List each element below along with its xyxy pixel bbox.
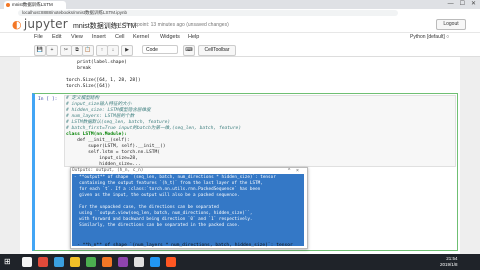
- clock-date: 2019/1/8: [440, 262, 458, 267]
- browser-tab-strip: [0, 0, 480, 9]
- tooltip-line: - **output** of shape `(seq_len, batch, …: [74, 175, 276, 180]
- address-bar[interactable]: localhost:8888/notebooks/mnist数据训练LSTM.i…: [18, 10, 398, 16]
- code-line: # input_size输入特征的大小: [66, 102, 132, 107]
- tooltip-line: given as the input, the output will also…: [79, 193, 240, 198]
- code-line: # LSTM数据默认(seq_len, batch, feature): [66, 120, 171, 125]
- taskbar-app-icon[interactable]: [86, 257, 96, 267]
- tooltip-header: Outputs: output, (h_n, c_n): [72, 168, 144, 173]
- taskbar-app-icon[interactable]: [118, 257, 128, 267]
- insert-cell-icon[interactable]: +: [46, 45, 58, 56]
- run-icon[interactable]: ▶: [121, 45, 133, 56]
- window-controls: — ☐ ✕: [448, 0, 476, 9]
- code-line: # 定义模型结构: [66, 96, 100, 101]
- tooltip-line: containing the output features `(h_t)` f…: [79, 181, 263, 186]
- code-line: self.lstm = torch.nn.LSTM(: [88, 150, 161, 155]
- taskbar-app-icon[interactable]: [150, 257, 160, 267]
- code-line: super(LSTM, self).__init__(): [88, 144, 166, 149]
- close-icon[interactable]: ✕: [471, 0, 476, 9]
- kernel-indicator: Python [default] ○: [410, 34, 450, 40]
- taskbar-app-icon[interactable]: [22, 257, 32, 267]
- menu-kernel[interactable]: Kernel: [133, 34, 149, 40]
- taskbar-clock[interactable]: 21:54 2019/1/8: [440, 256, 458, 268]
- code-line: class LSTM(nn.Module):: [66, 132, 127, 137]
- previous-cell-code: print(label.shape) break torch.Size([64,…: [66, 60, 141, 89]
- start-button[interactable]: ⊞: [4, 257, 14, 267]
- menu-widgets[interactable]: Widgets: [160, 34, 180, 40]
- tooltip-line: For the unpacked case, the directions ca…: [79, 205, 219, 210]
- menu-insert[interactable]: Insert: [92, 34, 106, 40]
- tooltip-line: for each `t`. If a :class:`torch.nn.util…: [79, 187, 261, 192]
- save-icon[interactable]: 💾: [34, 45, 46, 56]
- minimize-icon[interactable]: —: [448, 0, 454, 9]
- taskbar-app-icon[interactable]: [134, 257, 144, 267]
- code-line: # batch_first=True input的batch为第一维,(seq_…: [66, 126, 242, 131]
- logout-button[interactable]: Logout: [436, 19, 466, 30]
- paste-icon[interactable]: 📋: [82, 45, 94, 56]
- tooltip-trailing-line: - **h_n** of shape `(num_layers * num_di…: [66, 243, 293, 248]
- checkpoint-status: Last Checkpoint: 13 minutes ago (unsaved…: [112, 22, 229, 28]
- code-line: # num_layers: LSTM层的个数: [66, 114, 135, 119]
- jupyter-logo-text: jupyter: [23, 17, 68, 31]
- code-line: input_size=28,: [99, 156, 138, 161]
- jupyter-logo-icon: ◐: [12, 18, 22, 31]
- tooltip-line: using ``output.view(seq_len, batch, num_…: [79, 211, 253, 216]
- tooltip-line: Similarly, the directions can be separat…: [79, 223, 240, 228]
- menu-edit[interactable]: Edit: [52, 34, 61, 40]
- tooltip-text: - **output** of shape `(seq_len, batch, …: [74, 175, 276, 229]
- taskbar-app-icon[interactable]: [166, 257, 176, 267]
- tooltip-line: with forward and backward being directio…: [79, 217, 253, 222]
- cell-toolbar-button[interactable]: CellToolbar: [198, 45, 236, 56]
- jupyter-favicon-icon: [6, 3, 10, 7]
- menu-cell[interactable]: Cell: [115, 34, 124, 40]
- maximize-icon[interactable]: ☐: [460, 0, 465, 9]
- code-line: def __init__(self):: [77, 138, 130, 143]
- cell-type-select[interactable]: Code: [142, 45, 178, 54]
- browser-tab[interactable]: mnist数据训练LSTM: [4, 1, 66, 9]
- code-editor[interactable]: # 定义模型结构 # input_size输入特征的大小 # hidden_si…: [66, 96, 241, 168]
- taskbar-app-icon[interactable]: [102, 257, 112, 267]
- menu-file[interactable]: File: [34, 34, 43, 40]
- code-line: # hidden_size: LSTM模型隐含层维度: [66, 108, 151, 113]
- move-down-icon[interactable]: ↓: [107, 45, 119, 56]
- jupyter-logo[interactable]: ◐ jupyter: [12, 17, 68, 31]
- taskbar-app-icon[interactable]: [38, 257, 48, 267]
- taskbar-app-icon[interactable]: [54, 257, 64, 267]
- cell-prompt: In [ ]:: [38, 97, 58, 102]
- menu-help[interactable]: Help: [188, 34, 199, 40]
- taskbar-app-icon[interactable]: [70, 257, 80, 267]
- jupyter-header: [0, 17, 480, 32]
- menu-view[interactable]: View: [71, 34, 83, 40]
- keyboard-icon[interactable]: ⌨: [183, 45, 195, 56]
